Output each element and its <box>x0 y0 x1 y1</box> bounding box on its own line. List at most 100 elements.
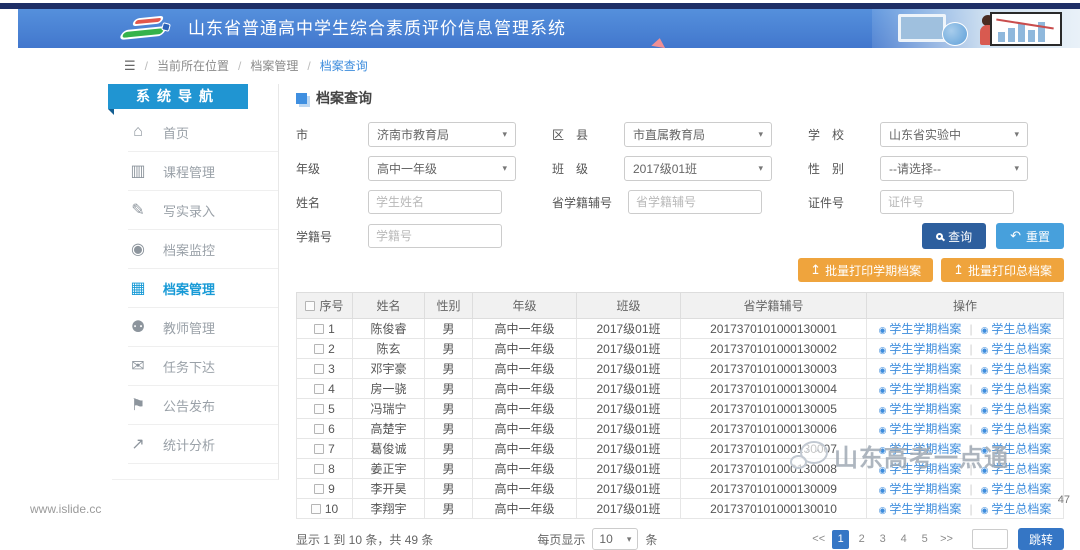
sidebar-item-home[interactable]: ⌂首页 <box>128 113 278 152</box>
row-checkbox[interactable] <box>314 444 324 454</box>
student-name: 高楚宇 <box>353 419 425 439</box>
eye-icon: ◉ <box>981 385 989 395</box>
view-semester-archive-link[interactable]: ◉学生学期档案 <box>879 442 962 456</box>
student-name: 姜正宇 <box>353 459 425 479</box>
select-all-checkbox[interactable] <box>305 301 315 311</box>
school-select[interactable]: 山东省实验中▾ <box>880 122 1028 147</box>
row-checkbox[interactable] <box>314 424 324 434</box>
student-code-input[interactable] <box>368 224 502 248</box>
gender-select[interactable]: --请选择--▾ <box>880 156 1028 181</box>
row-checkbox[interactable] <box>314 344 324 354</box>
view-total-archive-link[interactable]: ◉学生总档案 <box>981 342 1052 356</box>
print-icon: ↥ <box>810 262 821 278</box>
page-button-4[interactable]: 4 <box>895 530 912 549</box>
student-gender: 男 <box>425 479 473 499</box>
task-assign-icon: ✉ <box>128 356 148 376</box>
jump-page-input[interactable] <box>972 529 1008 549</box>
view-semester-archive-link[interactable]: ◉学生学期档案 <box>879 422 962 436</box>
sidebar-item-label: 任务下达 <box>163 357 215 376</box>
student-gender: 男 <box>425 459 473 479</box>
reset-button[interactable]: ↶ 重置 <box>996 223 1064 249</box>
eye-icon: ◉ <box>879 345 887 355</box>
city-select[interactable]: 济南市教育局▾ <box>368 122 516 147</box>
table-row: 5冯瑞宁男高中一年级2017级01班2017370101000130005◉学生… <box>297 399 1064 419</box>
row-checkbox[interactable] <box>314 404 324 414</box>
student-name: 葛俊诚 <box>353 439 425 459</box>
sidebar-item-archive[interactable]: ▦ 档案管理 <box>128 269 278 308</box>
sidebar-item-teacher[interactable]: ⚉教师管理 <box>128 308 278 347</box>
view-total-archive-link[interactable]: ◉学生总档案 <box>981 442 1052 456</box>
row-checkbox[interactable] <box>314 484 324 494</box>
jump-button[interactable]: 跳转 <box>1018 528 1064 550</box>
id-card-input[interactable] <box>880 190 1014 214</box>
announcement-icon: ⚑ <box>128 395 148 415</box>
sidebar-item-record[interactable]: ✎写实录入 <box>128 191 278 230</box>
student-gender: 男 <box>425 419 473 439</box>
sidebar-item-label: 档案管理 <box>163 279 215 298</box>
menu-icon[interactable]: ☰ <box>124 58 136 74</box>
view-semester-archive-link[interactable]: ◉学生学期档案 <box>879 322 962 336</box>
view-semester-archive-link[interactable]: ◉学生学期档案 <box>879 382 962 396</box>
view-total-archive-link[interactable]: ◉学生总档案 <box>981 422 1052 436</box>
row-checkbox[interactable] <box>314 464 324 474</box>
chart-board-graphic <box>990 12 1062 46</box>
eye-icon: ◉ <box>879 325 887 335</box>
breadcrumb-archive-management[interactable]: 档案管理 <box>250 57 298 74</box>
view-total-archive-link[interactable]: ◉学生总档案 <box>981 462 1052 476</box>
app-title: 山东省普通高中学生综合素质评价信息管理系统 <box>188 9 566 48</box>
view-semester-archive-link[interactable]: ◉学生学期档案 <box>879 342 962 356</box>
eye-icon: ◉ <box>981 425 989 435</box>
globe-graphic <box>942 22 968 46</box>
grade-select[interactable]: 高中一年级▾ <box>368 156 516 181</box>
print-icon: ↥ <box>953 262 964 278</box>
sidebar-item-stats[interactable]: ↗统计分析 <box>128 425 278 464</box>
batch-print-total-button[interactable]: ↥ 批量打印总档案 <box>941 258 1064 282</box>
view-semester-archive-link[interactable]: ◉学生学期档案 <box>879 502 962 516</box>
sidebar-item-announce[interactable]: ⚑公告发布 <box>128 386 278 425</box>
row-checkbox[interactable] <box>314 384 324 394</box>
view-total-archive-link[interactable]: ◉学生总档案 <box>981 482 1052 496</box>
student-name-input[interactable] <box>368 190 502 214</box>
sidebar-item-label: 首页 <box>163 123 189 142</box>
district-select[interactable]: 市直属教育局▾ <box>624 122 772 147</box>
row-checkbox[interactable] <box>314 364 324 374</box>
view-semester-archive-link[interactable]: ◉学生学期档案 <box>879 482 962 496</box>
page-button-1[interactable]: 1 <box>832 530 849 549</box>
sidebar-item-task[interactable]: ✉ 任务下达 <box>128 347 278 386</box>
query-button[interactable]: 查询 <box>922 223 986 249</box>
table-row: 3邓宇豪男高中一年级2017级01班2017370101000130003◉学生… <box>297 359 1064 379</box>
page-button-5[interactable]: 5 <box>916 530 933 549</box>
view-total-archive-link[interactable]: ◉学生总档案 <box>981 362 1052 376</box>
view-total-archive-link[interactable]: ◉学生总档案 <box>981 402 1052 416</box>
student-class: 2017级01班 <box>577 399 681 419</box>
student-table: 序号姓名性别年级班级省学籍辅号操作 1陈俊睿男高中一年级2017级01班2017… <box>296 292 1064 519</box>
batch-print-semester-button[interactable]: ↥ 批量打印学期档案 <box>798 258 933 282</box>
view-semester-archive-link[interactable]: ◉学生学期档案 <box>879 362 962 376</box>
chevron-down-icon: ▾ <box>758 129 763 140</box>
view-total-archive-link[interactable]: ◉学生总档案 <box>981 322 1052 336</box>
sidebar-item-course[interactable]: ▥课程管理 <box>128 152 278 191</box>
page-button-2[interactable]: 2 <box>853 530 870 549</box>
view-total-archive-link[interactable]: ◉学生总档案 <box>981 382 1052 396</box>
eye-icon: ◉ <box>981 365 989 375</box>
view-total-archive-link[interactable]: ◉学生总档案 <box>981 502 1052 516</box>
row-checkbox[interactable] <box>314 324 324 334</box>
student-code: 2017370101000130002 <box>681 339 867 359</box>
archive-monitor-icon: ◉ <box>128 239 148 259</box>
eye-icon: ◉ <box>879 425 887 435</box>
province-code-input[interactable] <box>628 190 762 214</box>
next-page-button[interactable]: >> <box>937 530 956 549</box>
prev-page-button[interactable]: << <box>809 530 828 549</box>
row-checkbox[interactable] <box>311 504 321 514</box>
archive-management-icon: ▦ <box>128 278 148 298</box>
sidebar: 系统导航 ⌂首页▥课程管理✎写实录入◉档案监控▦档案管理⚉教师管理✉任务下达⚑公… <box>112 84 279 480</box>
sidebar-item-monitor[interactable]: ◉档案监控 <box>128 230 278 269</box>
view-semester-archive-link[interactable]: ◉学生学期档案 <box>879 402 962 416</box>
eye-icon: ◉ <box>879 485 887 495</box>
chevron-down-icon: ▾ <box>1014 163 1019 174</box>
page-button-3[interactable]: 3 <box>874 530 891 549</box>
per-page-select[interactable]: 10 ▾ <box>592 528 638 550</box>
view-semester-archive-link[interactable]: ◉学生学期档案 <box>879 462 962 476</box>
class-select[interactable]: 2017级01班▾ <box>624 156 772 181</box>
sidebar-title: 系统导航 <box>108 84 248 109</box>
